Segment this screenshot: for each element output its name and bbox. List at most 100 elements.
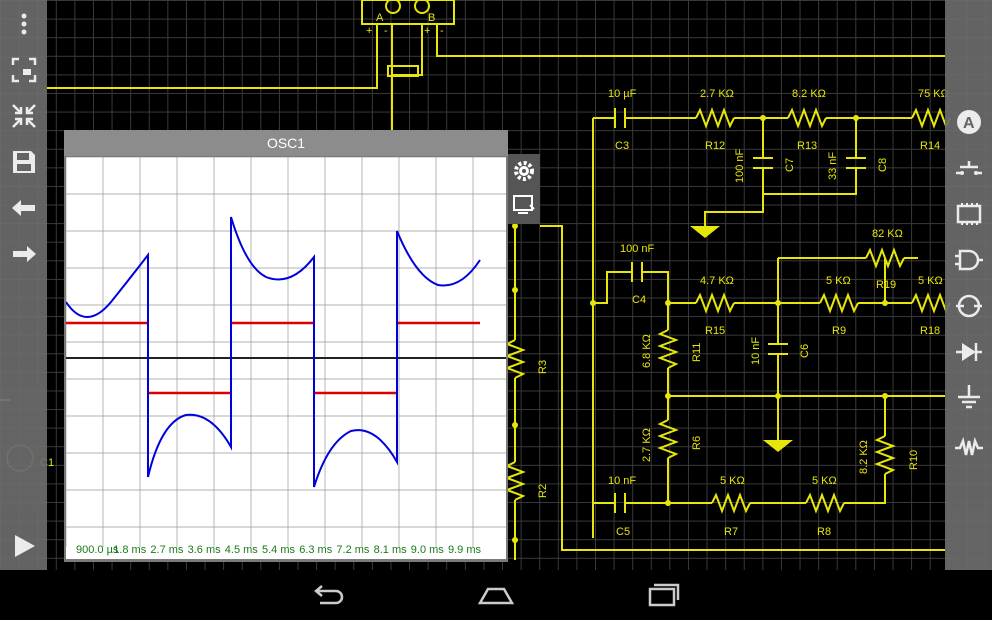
chip-icon bbox=[956, 203, 981, 225]
r6-name: R6 bbox=[691, 436, 703, 450]
c5-name: C5 bbox=[616, 526, 630, 538]
c3-value: 10 µF bbox=[608, 88, 637, 100]
home-icon bbox=[477, 587, 515, 605]
logic-gate-tool[interactable] bbox=[945, 240, 992, 280]
r8-value: 5 KΩ bbox=[812, 475, 837, 487]
r9-name: R9 bbox=[832, 325, 846, 337]
component-toolbar: A bbox=[945, 0, 992, 570]
r14-name: R14 bbox=[920, 140, 940, 152]
resistor-icon bbox=[954, 436, 983, 456]
play-icon bbox=[14, 535, 35, 557]
oscilloscope-settings-button[interactable] bbox=[508, 154, 540, 188]
oscilloscope-title[interactable]: OSC1 bbox=[64, 130, 508, 156]
r19-name: R19 bbox=[876, 279, 896, 291]
r18-value: 5 KΩ bbox=[918, 275, 943, 287]
fullscreen-button[interactable] bbox=[0, 50, 47, 90]
r13-name: R13 bbox=[797, 140, 817, 152]
r15-value: 4.7 KΩ bbox=[700, 275, 734, 287]
svg-text:+: + bbox=[424, 25, 430, 37]
redo-button[interactable] bbox=[0, 234, 47, 274]
svg-text:-: - bbox=[384, 25, 388, 37]
c4-name: C4 bbox=[632, 294, 646, 306]
fit-to-screen-button[interactable] bbox=[0, 96, 47, 136]
r12-value: 2.7 KΩ bbox=[700, 88, 734, 100]
r13-value: 8.2 KΩ bbox=[792, 88, 826, 100]
diode-icon bbox=[955, 343, 982, 361]
play-simulation-button[interactable] bbox=[0, 526, 47, 566]
c6-value: 10 nF bbox=[750, 337, 762, 365]
ground-icon bbox=[957, 385, 980, 409]
r19-value: 82 KΩ bbox=[872, 228, 903, 240]
save-button[interactable] bbox=[0, 142, 47, 182]
r15-name: R15 bbox=[705, 325, 725, 337]
r7-name: R7 bbox=[724, 526, 738, 538]
back-icon bbox=[314, 585, 344, 605]
svg-text:+: + bbox=[366, 25, 372, 37]
system-navigation-bar bbox=[0, 570, 992, 620]
monitor-icon bbox=[513, 195, 535, 214]
redo-icon bbox=[12, 246, 36, 262]
r18-name: R18 bbox=[920, 325, 940, 337]
c3-name: C3 bbox=[615, 140, 629, 152]
undo-button[interactable] bbox=[0, 188, 47, 228]
home-button[interactable] bbox=[476, 580, 516, 610]
r11-name: R11 bbox=[691, 343, 703, 362]
lamp-tool[interactable] bbox=[945, 286, 992, 326]
gear-icon bbox=[514, 161, 534, 181]
lamp-icon bbox=[955, 294, 982, 318]
fullscreen-icon bbox=[11, 57, 36, 83]
more-vertical-icon bbox=[21, 13, 26, 35]
time-axis-label: 5.4 ms bbox=[262, 544, 296, 556]
time-axis-label: 6.3 ms bbox=[299, 544, 333, 556]
c6-name: C6 bbox=[799, 344, 811, 358]
r7-value: 5 KΩ bbox=[720, 475, 745, 487]
r9-value: 5 KΩ bbox=[826, 275, 851, 287]
ic-chip-tool[interactable] bbox=[945, 194, 992, 234]
c5-value: 10 nF bbox=[608, 475, 636, 487]
time-axis-label: 8.1 ms bbox=[374, 544, 408, 556]
pin-a-label: A bbox=[376, 12, 384, 24]
oscilloscope-controls bbox=[508, 154, 540, 224]
c4-value: 100 nF bbox=[620, 243, 655, 255]
recent-apps-button[interactable] bbox=[644, 580, 684, 610]
ground-tool[interactable] bbox=[945, 378, 992, 418]
r12-name: R12 bbox=[705, 140, 725, 152]
save-icon bbox=[12, 151, 35, 173]
time-axis-label: 3.6 ms bbox=[188, 544, 222, 556]
c7-name: C7 bbox=[784, 158, 796, 172]
and-gate-icon bbox=[954, 249, 983, 271]
r3-name: R3 bbox=[537, 360, 549, 374]
oscilloscope-display-button[interactable] bbox=[508, 188, 540, 222]
c7-value: 100 nF bbox=[734, 148, 746, 183]
svg-text:A: A bbox=[963, 115, 975, 132]
diode-tool[interactable] bbox=[945, 332, 992, 372]
oscilloscope-plot: 900.0 µs 1.8 ms 2.7 ms 3.6 ms 4.5 ms 5.4 ms 6.… bbox=[65, 156, 511, 565]
time-axis-label: 2.7 ms bbox=[150, 544, 184, 556]
svg-text:-: - bbox=[440, 25, 444, 37]
pin-b-label: B bbox=[428, 12, 435, 24]
overflow-menu-button[interactable] bbox=[0, 4, 47, 44]
back-button[interactable] bbox=[308, 580, 348, 610]
ammeter-icon: A bbox=[956, 110, 981, 134]
resistor-tool[interactable] bbox=[945, 428, 992, 468]
time-axis-label: 1.8 ms bbox=[113, 544, 147, 556]
undo-icon bbox=[11, 200, 35, 216]
time-axis-label: 9.0 ms bbox=[411, 544, 445, 556]
r10-value: 8.2 KΩ bbox=[858, 440, 870, 474]
r6-value: 2.7 KΩ bbox=[641, 428, 653, 462]
time-axis-label: 9.9 ms bbox=[448, 544, 482, 556]
r11-value: 6.8 KΩ bbox=[641, 334, 653, 368]
c8-name: C8 bbox=[877, 158, 889, 172]
time-axis-label: 7.2 ms bbox=[336, 544, 370, 556]
left-toolbar bbox=[0, 0, 47, 570]
r8-name: R8 bbox=[817, 526, 831, 538]
oscilloscope-window[interactable]: OSC1 900.0 µs 1.8 ms 2.7 ms 3.6 ms 4.5 ms 5.4… bbox=[64, 130, 511, 565]
c8-value: 33 nF bbox=[827, 152, 839, 180]
waveform-display: 900.0 µs1.8 ms 2.7 ms 3.6 ms 4.5 ms 5.4 ms 6.… bbox=[65, 156, 511, 565]
time-axis-label: 4.5 ms bbox=[225, 544, 259, 556]
switch-icon bbox=[955, 161, 982, 175]
recents-icon bbox=[648, 583, 680, 607]
r10-name: R10 bbox=[908, 450, 920, 470]
ammeter-tool[interactable]: A bbox=[945, 102, 992, 142]
switch-tool[interactable] bbox=[945, 148, 992, 188]
